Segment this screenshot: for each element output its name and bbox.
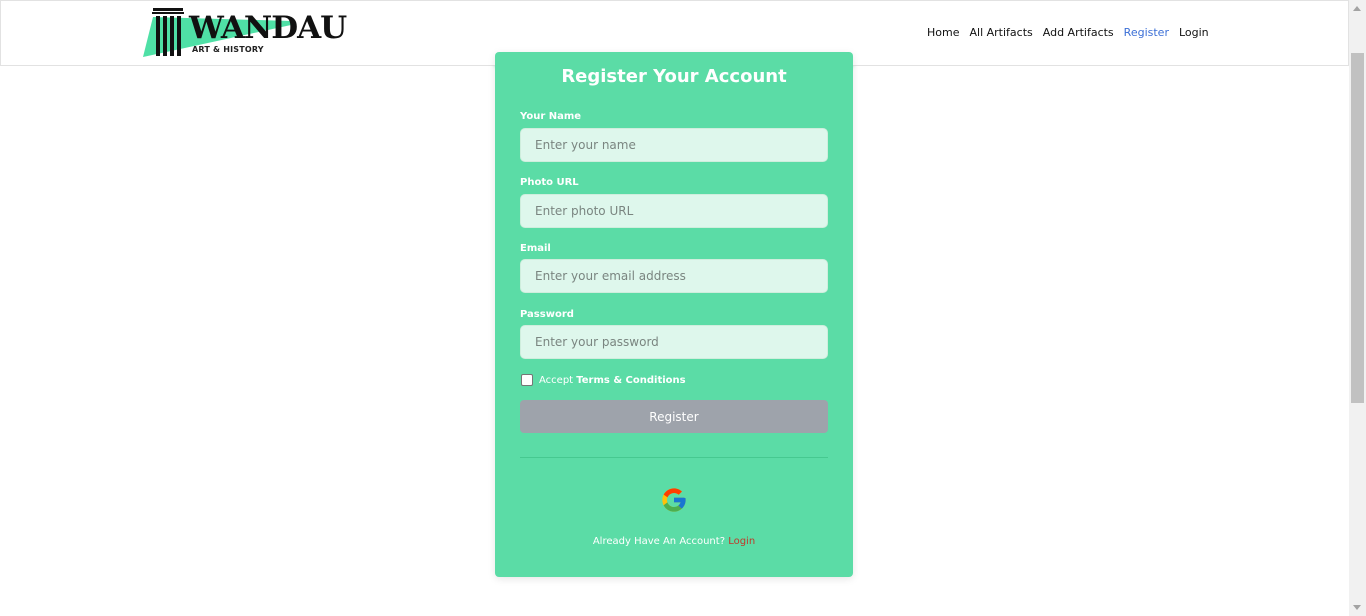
nav-links: Home All Artifacts Add Artifacts Registe… <box>927 25 1209 41</box>
email-label: Email <box>520 243 551 254</box>
terms-link[interactable]: Terms & Conditions <box>576 375 685 386</box>
page-scrollbar[interactable] <box>1349 0 1366 616</box>
password-input[interactable] <box>520 325 828 359</box>
register-card: Register Your Account Your Name Photo UR… <box>495 52 853 577</box>
name-label: Your Name <box>520 111 582 122</box>
terms-row: Accept Terms & Conditions <box>521 374 686 386</box>
form-title: Register Your Account <box>561 66 787 87</box>
logo-subtitle: ART & HISTORY <box>192 45 264 54</box>
register-button[interactable]: Register <box>520 400 828 433</box>
nav-link-login[interactable]: Login <box>1179 25 1209 41</box>
scroll-up-icon[interactable] <box>1353 6 1361 11</box>
terms-checkbox[interactable] <box>521 374 533 386</box>
photo-url-label: Photo URL <box>520 177 579 188</box>
password-label: Password <box>520 309 574 320</box>
scroll-thumb[interactable] <box>1351 53 1364 403</box>
login-prompt-text: Already Have An Account? <box>592 536 729 547</box>
divider <box>520 457 828 458</box>
login-prompt: Already Have An Account? Login <box>495 536 853 547</box>
logo-text: WANDAU <box>189 10 347 46</box>
site-logo[interactable]: WANDAU ART & HISTORY <box>141 5 347 61</box>
nav-link-register[interactable]: Register <box>1124 25 1169 41</box>
terms-text: Accept Terms & Conditions <box>539 375 686 386</box>
name-input[interactable] <box>520 128 828 162</box>
google-icon <box>662 488 686 512</box>
pillar-icon <box>152 8 184 56</box>
photo-url-input[interactable] <box>520 194 828 228</box>
nav-link-all-artifacts[interactable]: All Artifacts <box>969 25 1032 41</box>
nav-link-add-artifacts[interactable]: Add Artifacts <box>1043 25 1114 41</box>
email-input[interactable] <box>520 259 828 293</box>
scroll-down-icon[interactable] <box>1353 605 1361 610</box>
nav-link-home[interactable]: Home <box>927 25 959 41</box>
login-link[interactable]: Login <box>728 536 755 547</box>
google-signin-button[interactable] <box>660 486 688 514</box>
terms-prefix: Accept <box>539 374 577 386</box>
